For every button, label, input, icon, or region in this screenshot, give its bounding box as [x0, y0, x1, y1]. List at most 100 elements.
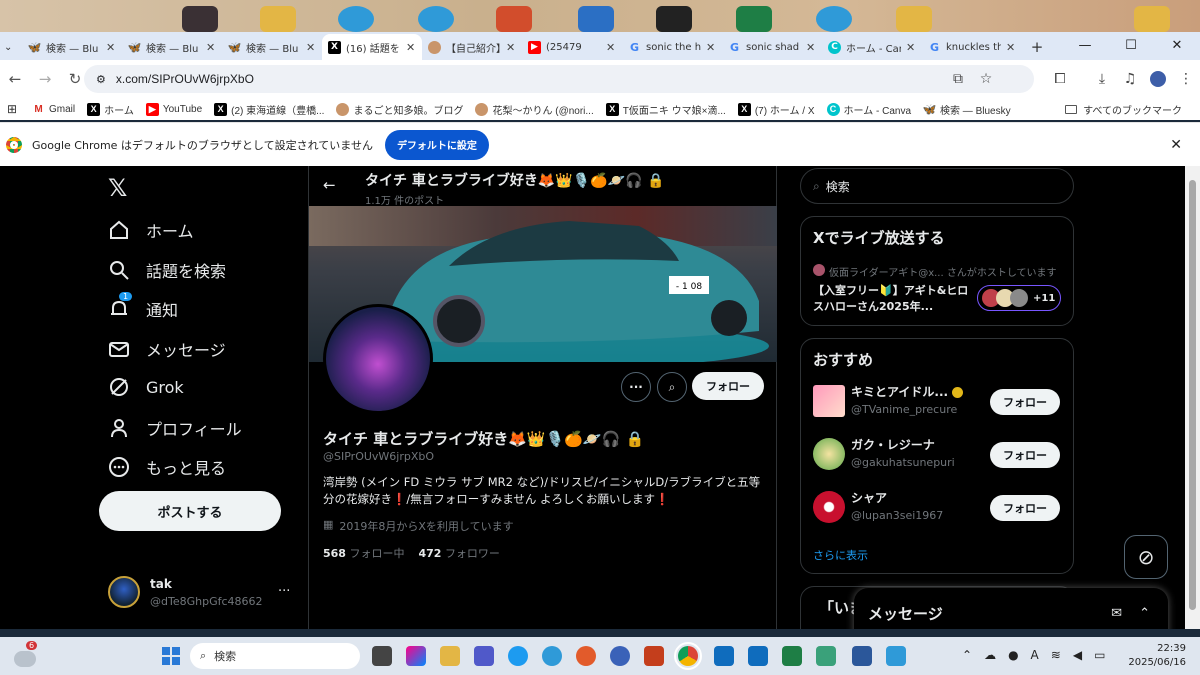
folder-icon[interactable]: [896, 6, 932, 32]
bookmark-item[interactable]: 花梨〜かりん (@nori...: [475, 102, 594, 117]
more-options-icon[interactable]: ···: [621, 372, 651, 402]
edge-icon[interactable]: [816, 6, 852, 32]
install-app-icon[interactable]: ⧉: [944, 71, 972, 87]
app-icon[interactable]: [610, 646, 630, 666]
desktop-app-icon[interactable]: [182, 6, 218, 32]
nav-grok[interactable]: Grok: [108, 376, 184, 398]
ime-icon[interactable]: A: [1031, 648, 1039, 662]
close-icon[interactable]: ✕: [1154, 32, 1200, 60]
apps-grid-icon[interactable]: ⊞: [0, 102, 24, 116]
nav-messages[interactable]: メッセージ: [108, 337, 226, 361]
app-icon[interactable]: [576, 646, 596, 666]
all-bookmarks[interactable]: すべてのブックマーク: [1065, 102, 1182, 117]
volume-icon[interactable]: ◀: [1073, 648, 1082, 662]
forward-icon[interactable]: →: [30, 70, 60, 88]
browser-tab[interactable]: Gsonic shad ✕: [722, 34, 822, 60]
search-box[interactable]: ⌕ 検索: [800, 168, 1074, 204]
app-icon[interactable]: [578, 6, 614, 32]
taskbar-search[interactable]: ⌕ 検索: [190, 643, 360, 669]
browser-tab[interactable]: X (16) 話題を ✕: [322, 34, 422, 60]
space-listeners[interactable]: +11: [977, 285, 1061, 311]
menu-icon[interactable]: ⋮: [1172, 71, 1200, 87]
close-tab-icon[interactable]: ✕: [406, 41, 416, 54]
bookmark-item[interactable]: X ホーム: [87, 102, 134, 117]
teams-icon[interactable]: [474, 646, 494, 666]
excel-icon[interactable]: [782, 646, 802, 666]
tab-search-menu[interactable]: ⌄: [0, 34, 22, 60]
powerpoint-icon[interactable]: [644, 646, 664, 666]
show-more-link[interactable]: さらに表示: [813, 547, 868, 563]
browser-tab[interactable]: Gsonic the h ✕: [622, 34, 722, 60]
chevron-up-icon[interactable]: ⌃: [962, 648, 972, 662]
close-tab-icon[interactable]: ✕: [1006, 41, 1016, 54]
close-tab-icon[interactable]: ✕: [206, 41, 216, 54]
follow-button[interactable]: フォロー: [990, 389, 1060, 415]
close-tab-icon[interactable]: ✕: [806, 41, 816, 54]
edge-icon[interactable]: [418, 6, 454, 32]
messages-drawer[interactable]: メッセージ ✉ ⌃: [854, 588, 1168, 629]
clock[interactable]: 22:39 2025/06/16: [1128, 642, 1186, 670]
powerpoint-icon[interactable]: [496, 6, 532, 32]
app-icon[interactable]: [886, 646, 906, 666]
profile-avatar[interactable]: [1144, 71, 1172, 87]
edge-icon[interactable]: [542, 646, 562, 666]
post-button[interactable]: ポストする: [99, 491, 281, 531]
browser-tab[interactable]: 🦋 検索 — Blu ✕: [222, 34, 322, 60]
bookmark-item[interactable]: 🦋 検索 — Bluesky: [923, 102, 1011, 117]
nav-more[interactable]: もっと見る: [108, 455, 226, 479]
recommended-user[interactable]: ガク・レジーナ @gakuhatsunepuri フォロー: [813, 436, 1063, 476]
close-tab-icon[interactable]: ✕: [506, 41, 516, 54]
close-tab-icon[interactable]: ✕: [706, 41, 716, 54]
grok-floating-button[interactable]: ⊘: [1124, 535, 1168, 579]
scrollbar[interactable]: [1185, 166, 1200, 629]
follow-button[interactable]: フォロー: [990, 442, 1060, 468]
set-default-button[interactable]: デフォルトに設定: [384, 129, 489, 160]
app-icon[interactable]: [714, 646, 734, 666]
app-tray-icon[interactable]: ●: [1008, 648, 1018, 662]
browser-tab[interactable]: 🦋 検索 — Blu ✕: [122, 34, 222, 60]
chrome-icon[interactable]: [674, 642, 702, 670]
bookmark-item[interactable]: X (2) 東海道線（豊橋...: [214, 102, 324, 117]
follow-button[interactable]: フォロー: [990, 495, 1060, 521]
maximize-icon[interactable]: ☐: [1108, 32, 1154, 60]
follow-button[interactable]: フォロー: [692, 372, 764, 400]
close-icon[interactable]: ✕: [1170, 137, 1182, 153]
site-info-icon[interactable]: ⚙: [96, 73, 106, 86]
twitter-icon[interactable]: [508, 646, 528, 666]
new-message-icon[interactable]: ✉: [1111, 606, 1122, 621]
copilot-icon[interactable]: [406, 646, 426, 666]
back-arrow-icon[interactable]: ←: [323, 176, 336, 194]
nav-home[interactable]: ホーム: [108, 218, 194, 242]
excel-icon[interactable]: [736, 6, 772, 32]
media-icon[interactable]: ♫: [1116, 71, 1144, 87]
battery-icon[interactable]: ▭: [1094, 648, 1105, 662]
folder-icon[interactable]: [260, 6, 296, 32]
wifi-icon[interactable]: ≋: [1051, 648, 1061, 662]
bookmark-item[interactable]: X T仮面ニキ ウマ娘×滴...: [605, 102, 726, 117]
bookmark-item[interactable]: まるごと知多娘。ブログ: [336, 102, 463, 117]
bookmark-item[interactable]: M Gmail: [32, 103, 75, 116]
profile-avatar[interactable]: [323, 304, 433, 414]
address-bar[interactable]: ⚙ x.com/SIPrOUvW6jrpXbO: [84, 65, 1034, 93]
more-icon[interactable]: ···: [278, 584, 290, 599]
extensions-icon[interactable]: ⧠: [1046, 71, 1074, 87]
close-tab-icon[interactable]: ✕: [906, 41, 916, 54]
close-tab-icon[interactable]: ✕: [306, 41, 316, 54]
following-link[interactable]: 568 フォロー中: [323, 545, 404, 561]
followers-link[interactable]: 472 フォロワー: [418, 545, 499, 561]
new-tab-button[interactable]: +: [1022, 34, 1052, 60]
scrollbar-thumb[interactable]: [1189, 180, 1196, 610]
browser-tab[interactable]: 🦋 検索 — Blu ✕: [22, 34, 122, 60]
back-icon[interactable]: ←: [0, 70, 30, 88]
bookmark-star-icon[interactable]: ☆: [972, 71, 1000, 87]
outlook-icon[interactable]: [748, 646, 768, 666]
nav-notifications[interactable]: 1 通知: [108, 292, 178, 321]
close-tab-icon[interactable]: ✕: [606, 41, 616, 54]
file-explorer-icon[interactable]: [440, 646, 460, 666]
nav-explore[interactable]: 話題を検索: [108, 258, 226, 282]
space-title[interactable]: 【入室フリー🔰】アギト&ヒロスハローさん2025年...: [813, 283, 973, 315]
search-icon[interactable]: ⌕: [657, 372, 687, 402]
start-icon[interactable]: [162, 647, 180, 665]
app-icon[interactable]: [816, 646, 836, 666]
bookmark-item[interactable]: X (7) ホーム / X: [737, 102, 815, 117]
